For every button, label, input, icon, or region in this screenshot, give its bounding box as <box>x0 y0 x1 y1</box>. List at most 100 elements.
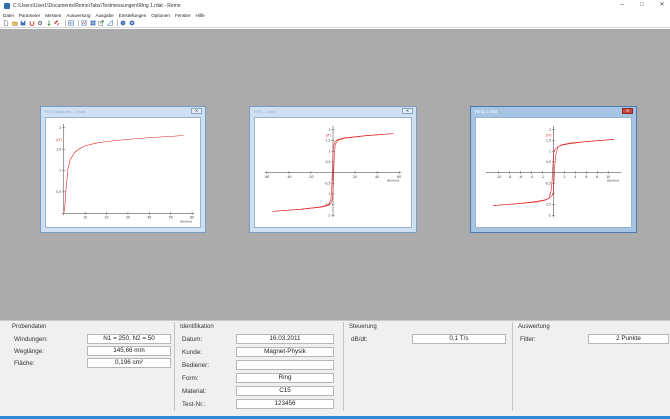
menu-hilfe[interactable]: Hilfe <box>196 13 205 18</box>
value-windungen[interactable]: N1 = 250, N2 = 50 <box>87 334 171 344</box>
app-icon <box>4 2 10 9</box>
value-kunde[interactable]: Magnet-Physik <box>236 347 334 357</box>
x-axis-label: H[kA/m] <box>387 178 399 182</box>
x-tick-label: 40 <box>375 175 379 179</box>
label-kunde: Kunde: <box>182 349 202 356</box>
y-tick-label: 1,5 <box>546 139 551 143</box>
magnet-icon[interactable] <box>29 20 35 26</box>
toolbar-separator <box>64 20 66 26</box>
value-flaeche[interactable]: 0,196 cm² <box>87 358 171 368</box>
label-bediener: Bediener: <box>182 362 209 369</box>
rts-hysteresis-chart: -60 -40 -20 20 40 60-2-1,5-1-0,50,511,52H[kA/… <box>264 125 401 217</box>
close-button[interactable]: ✕ <box>656 1 668 10</box>
value-datum[interactable]: 16.03.2011 <box>236 334 334 344</box>
value-test-nr[interactable]: 123456 <box>236 399 334 409</box>
group-title-steuerung: Steuerung <box>349 324 377 330</box>
y-tick-label: 1 <box>549 149 551 153</box>
maximize-button[interactable]: □ <box>636 1 648 10</box>
child-window-titlebar[interactable]: RTS - 1.rdat <box>250 107 416 116</box>
curve-label: J(T) <box>545 134 551 138</box>
menu-datei[interactable]: Datei <box>3 13 14 18</box>
plot-area[interactable]: -60 -40 -20 20 40 60 -2 -1,5 -1 -0,5 0,5 1 1,5 2 H[kA/… <box>254 117 412 228</box>
x-tick-label: 8 <box>596 175 598 179</box>
title-bar: C:\Users\User1\Documents\Remo\Tabs\Testm… <box>0 0 670 11</box>
value-weglaenge[interactable]: 145,66 mm <box>87 346 171 356</box>
plot-area[interactable]: -10 -8 -6 -4 -2 2 4 6 8 10 -2 -1,5 -1 -0,5 0,5 1 1,5 2 H[k… <box>475 117 632 228</box>
ring1-hysteresis-chart: -10 -8 -6 -4 -2 2 4 6 8 10-2-1,5-1-0,50,511,52H[k… <box>485 125 622 217</box>
child-window-close-button[interactable]: ✕ <box>622 108 633 114</box>
y-tick-label: 0,5 <box>546 160 551 164</box>
menu-fenster[interactable]: Fenster <box>175 13 191 18</box>
menu-messen[interactable]: Messen <box>45 13 61 18</box>
grid-icon[interactable] <box>90 20 96 26</box>
menu-bar: Datei Parameter Messen Auswertung Ausgab… <box>0 11 670 19</box>
menu-optionen[interactable]: Optionen <box>151 13 170 18</box>
x-axis-label: H[kA/m] <box>180 220 192 224</box>
y-tick-label: -0,5 <box>324 181 330 185</box>
x-tick-label: 4 <box>574 175 576 179</box>
y-tick-label: 1,5 <box>326 139 331 143</box>
y-tick-label: -1,5 <box>545 203 551 207</box>
group-separator <box>343 322 344 411</box>
menu-einstellungen[interactable]: Einstellungen <box>119 13 147 18</box>
toolbar: ? <box>0 19 670 28</box>
menu-parameter[interactable]: Parameter <box>19 13 40 18</box>
menu-ausgabe[interactable]: Ausgabe <box>96 13 114 18</box>
settings-icon[interactable] <box>37 20 43 26</box>
label-material: Material: <box>182 388 207 395</box>
help-icon[interactable]: ? <box>120 20 126 26</box>
x-tick-label: 20 <box>353 175 357 179</box>
group-title-probendaten: Probendaten <box>12 324 47 330</box>
svg-text:?: ? <box>122 21 124 25</box>
label-weglaenge: Weglänge: <box>14 348 44 355</box>
curve-label: J(T) <box>325 134 331 138</box>
child-window-titlebar[interactable]: Ring 1.rdat <box>471 107 636 116</box>
x-tick-label: 2 <box>563 175 565 179</box>
mdi-workspace: RTS Neukurve - 1.rdat ✕ 10 20 30 40 50 60 0,5 1… <box>0 29 670 320</box>
export-icon[interactable] <box>98 20 104 26</box>
x-tick-label: 50 <box>169 216 173 220</box>
value-filter[interactable]: 2 Punkte <box>588 334 669 344</box>
series-line <box>63 135 184 214</box>
y-tick-label: 2 <box>59 126 61 130</box>
label-datum: Datum: <box>182 336 203 343</box>
x-tick-label: -10 <box>496 175 501 179</box>
minimize-button[interactable]: – <box>616 1 628 10</box>
group-separator <box>174 322 175 411</box>
new-icon[interactable] <box>3 20 9 26</box>
value-db-dt[interactable]: 0,1 T/s <box>412 334 506 344</box>
child-window-title: RTS Neukurve - 1.rdat <box>45 109 85 114</box>
save-icon[interactable] <box>20 20 26 26</box>
plot-area[interactable]: 10 20 30 40 50 60 0,5 1 1,5 2 H[kA/m] J(T) <box>45 117 201 228</box>
y-tick-label: 0,5 <box>56 190 61 194</box>
value-bediener[interactable] <box>236 360 334 370</box>
toolbar-separator <box>78 20 79 26</box>
measure-icon[interactable] <box>46 20 52 26</box>
chart-icon[interactable] <box>81 20 87 26</box>
child-window-rts[interactable]: RTS - 1.rdat ✕ -60 -40 -20 20 40 60 -2 -1,5 -1 -0… <box>249 106 417 233</box>
child-window-close-button[interactable]: ✕ <box>191 108 202 114</box>
x-tick-label: 6 <box>585 175 587 179</box>
child-window-close-button[interactable]: ✕ <box>402 108 413 114</box>
label-flaeche: Fläche: <box>14 360 35 367</box>
child-window-titlebar[interactable]: RTS Neukurve - 1.rdat <box>41 107 205 116</box>
label-test-nr: Test-Nr.: <box>182 401 206 408</box>
info-icon[interactable] <box>129 20 135 26</box>
label-filter: Filter: <box>520 336 536 343</box>
value-form[interactable]: Ring <box>236 373 334 383</box>
value-material[interactable]: C15 <box>236 386 334 396</box>
open-icon[interactable] <box>11 20 18 26</box>
ruler-icon[interactable] <box>54 20 60 26</box>
table-icon[interactable] <box>67 20 74 26</box>
x-tick-label: -40 <box>286 175 291 179</box>
child-window-title: Ring 1.rdat <box>475 109 498 114</box>
x-tick-label: -2 <box>541 175 544 179</box>
child-window-ring1[interactable]: Ring 1.rdat ✕ -10 -8 -6 -4 -2 2 4 6 8 10 -2 -1,5 -1-… <box>470 106 637 233</box>
menu-auswertung[interactable]: Auswertung <box>66 13 90 18</box>
x-tick-label: -8 <box>508 175 511 179</box>
child-window-neukurve[interactable]: RTS Neukurve - 1.rdat ✕ 10 20 30 40 50 60 0,5 1… <box>40 106 206 233</box>
label-db-dt: dB/dt: <box>351 336 368 343</box>
group-title-identifikation: Identifikation <box>180 324 214 330</box>
x-axis-label: H[kA/m] <box>607 178 619 182</box>
triangle-icon[interactable] <box>106 20 113 26</box>
